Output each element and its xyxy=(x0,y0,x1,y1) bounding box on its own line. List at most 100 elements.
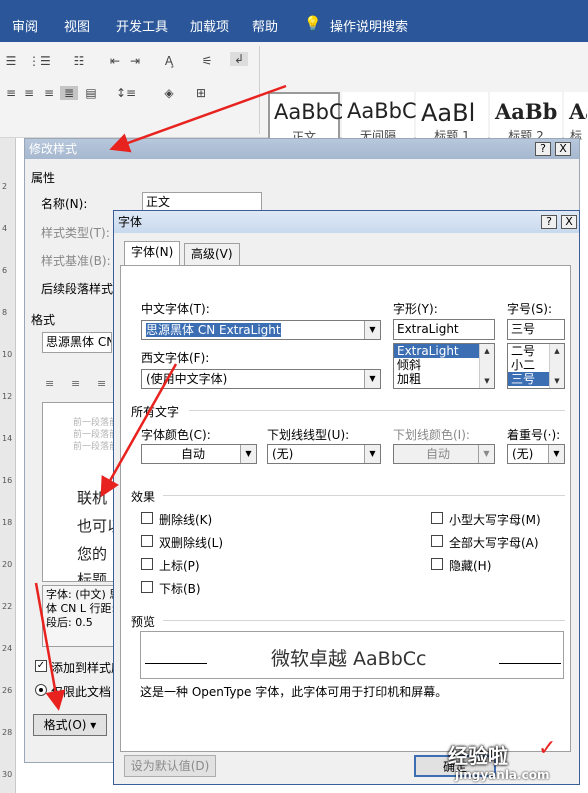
style-preview: Aa xyxy=(569,99,587,124)
preview-baseline-left xyxy=(145,663,207,664)
align-right-icon[interactable]: ≡ xyxy=(97,377,106,390)
ruler-number: 14 xyxy=(2,434,13,443)
subscript-label: 下标(B) xyxy=(159,582,201,596)
font-color-select[interactable]: 自动 ▼ xyxy=(141,444,257,464)
font-type-note: 这是一种 OpenType 字体，此字体可用于打印机和屏幕。 xyxy=(140,685,448,699)
subscript-checkbox[interactable] xyxy=(141,581,153,593)
style-heading1[interactable]: AaBl 标题 1 xyxy=(416,92,488,144)
chinese-font-value: 思源黑体 CN ExtraLight xyxy=(146,323,281,337)
dialog-title-bar: 字体 xyxy=(114,211,579,233)
tab-advanced[interactable]: 高级(V) xyxy=(184,243,240,265)
style-normal[interactable]: AaBbC 正文 xyxy=(268,92,344,144)
align-center-icon[interactable]: ≡ xyxy=(20,86,38,100)
section-divider xyxy=(189,410,565,411)
borders-icon[interactable]: ⊞ xyxy=(192,86,210,100)
show-marks-icon[interactable]: ↲ xyxy=(230,52,248,66)
underline-color-select[interactable]: 自动 ▼ xyxy=(393,444,495,464)
numbering-icon[interactable]: ☰ xyxy=(2,54,20,68)
type-label: 样式类型(T): xyxy=(41,226,110,240)
superscript-checkbox[interactable] xyxy=(141,558,153,570)
hidden-checkbox[interactable] xyxy=(431,558,443,570)
format-section: 格式 xyxy=(31,313,56,327)
scrollbar[interactable]: ▲ ▼ xyxy=(549,344,564,388)
close-button[interactable]: X xyxy=(555,142,571,156)
set-default-button[interactable]: 设为默认值(D) xyxy=(124,755,216,777)
all-caps-checkbox[interactable] xyxy=(431,535,443,547)
menu-developer[interactable]: 开发工具 xyxy=(116,16,168,35)
menu-addins[interactable]: 加载项 xyxy=(190,16,229,35)
justify-icon[interactable]: ≣ xyxy=(60,86,78,100)
help-button[interactable]: ? xyxy=(535,142,551,156)
align-right-icon[interactable]: ≡ xyxy=(40,86,58,100)
chinese-font-select[interactable]: 思源黑体 CN ExtraLight ▼ xyxy=(141,320,381,340)
chevron-down-icon: ▼ xyxy=(364,370,380,388)
only-this-doc-radio[interactable] xyxy=(35,684,47,696)
font-size-list[interactable]: 二号 小二 三号 ▲ ▼ xyxy=(507,343,565,389)
style-preview: AaBl xyxy=(421,99,476,127)
western-font-select[interactable]: (使用中文字体) ▼ xyxy=(141,369,381,389)
vertical-ruler: 2 4 6 8 10 12 14 16 18 20 22 24 26 28 30 xyxy=(0,138,16,793)
ruler-number: 24 xyxy=(2,644,13,653)
scroll-up-icon[interactable]: ▲ xyxy=(550,344,564,358)
font-color-label: 字体颜色(C): xyxy=(141,428,211,442)
align-center-icon[interactable]: ≡ xyxy=(71,377,80,390)
decrease-indent-icon[interactable]: ⇤ xyxy=(106,54,124,68)
align-left-icon[interactable]: ≡ xyxy=(2,86,20,100)
dialog-title-bar: 修改样式 xyxy=(25,139,579,159)
superscript-label: 上标(P) xyxy=(159,559,200,573)
scroll-down-icon[interactable]: ▼ xyxy=(550,374,564,388)
watermark-text: 经验啦 xyxy=(448,744,508,768)
name-label: 名称(N): xyxy=(41,197,88,211)
list-item[interactable]: 三号 xyxy=(508,372,551,386)
menu-review[interactable]: 审阅 xyxy=(12,16,38,35)
font-style-label: 字形(Y): xyxy=(393,302,438,316)
clear-format-icon[interactable]: ⚟ xyxy=(198,54,216,68)
style-title[interactable]: Aa 标 xyxy=(564,92,588,144)
font-select[interactable]: 思源黑体 CN xyxy=(42,332,112,353)
tab-font[interactable]: 字体(N) xyxy=(124,241,181,266)
multilevel-list-icon[interactable]: ⋮☰ xyxy=(28,54,51,68)
chevron-down-icon: ▼ xyxy=(548,445,564,463)
tell-me-search[interactable]: 操作说明搜索 xyxy=(330,16,408,35)
format-dropdown-button[interactable]: 格式(O) ▾ xyxy=(33,714,107,736)
ruler-number: 16 xyxy=(2,476,13,485)
style-heading2[interactable]: AaBb 标题 2 xyxy=(490,92,562,144)
sort-icon[interactable]: ☷ xyxy=(70,54,88,68)
style-no-spacing[interactable]: AaBbC 无间隔 xyxy=(342,92,417,144)
menu-view[interactable]: 视图 xyxy=(64,16,90,35)
chevron-down-icon: ▼ xyxy=(364,445,380,463)
align-left-icon[interactable]: ≡ xyxy=(45,377,54,390)
strikethrough-checkbox[interactable] xyxy=(141,512,153,524)
emphasis-select[interactable]: (无) ▼ xyxy=(507,444,565,464)
add-to-gallery-checkbox[interactable]: ✓ xyxy=(35,660,47,672)
ribbon: ☰ ⋮☰ ☷ ⇤ ⇥ A̧ ⚟ ↲ ≡ ≡ ≡ ≣ ▤ ↕≡ ◈ ⊞ 段落 ↘ … xyxy=(0,42,588,174)
emphasis-label: 着重号(·): xyxy=(507,428,561,442)
ruler-number: 4 xyxy=(2,224,8,233)
ruler-number: 6 xyxy=(2,266,8,275)
next-style-label: 后续段落样式 xyxy=(41,282,114,296)
line-spacing-icon[interactable]: ↕≡ xyxy=(116,86,136,100)
help-button[interactable]: ? xyxy=(541,215,557,229)
distribute-icon[interactable]: ▤ xyxy=(82,86,100,100)
font-style-input[interactable]: ExtraLight xyxy=(393,319,495,340)
ruler-number: 30 xyxy=(2,770,13,779)
increase-indent-icon[interactable]: ⇥ xyxy=(126,54,144,68)
close-button[interactable]: X xyxy=(561,215,577,229)
strikethrough-label: 删除线(K) xyxy=(159,513,213,527)
shading-icon[interactable]: ◈ xyxy=(160,86,178,100)
preview-baseline-right xyxy=(499,663,561,664)
asian-layout-icon[interactable]: A̧ xyxy=(160,54,178,68)
font-style-list[interactable]: ExtraLight 倾斜 加粗 ▲ ▼ xyxy=(393,343,495,389)
small-caps-checkbox[interactable] xyxy=(431,512,443,524)
font-size-input[interactable]: 三号 xyxy=(507,319,565,340)
menu-help[interactable]: 帮助 xyxy=(252,16,278,35)
scroll-up-icon[interactable]: ▲ xyxy=(480,344,494,358)
double-strikethrough-checkbox[interactable] xyxy=(141,535,153,547)
western-font-label: 西文字体(F): xyxy=(141,351,210,365)
scrollbar[interactable]: ▲ ▼ xyxy=(479,344,494,388)
scroll-down-icon[interactable]: ▼ xyxy=(480,374,494,388)
chinese-font-label: 中文字体(T): xyxy=(141,302,210,316)
menu-bar: 审阅 视图 开发工具 加载项 帮助 💡 操作说明搜索 xyxy=(0,0,588,42)
underline-style-select[interactable]: (无) ▼ xyxy=(267,444,381,464)
ruler-number: 10 xyxy=(2,350,13,359)
